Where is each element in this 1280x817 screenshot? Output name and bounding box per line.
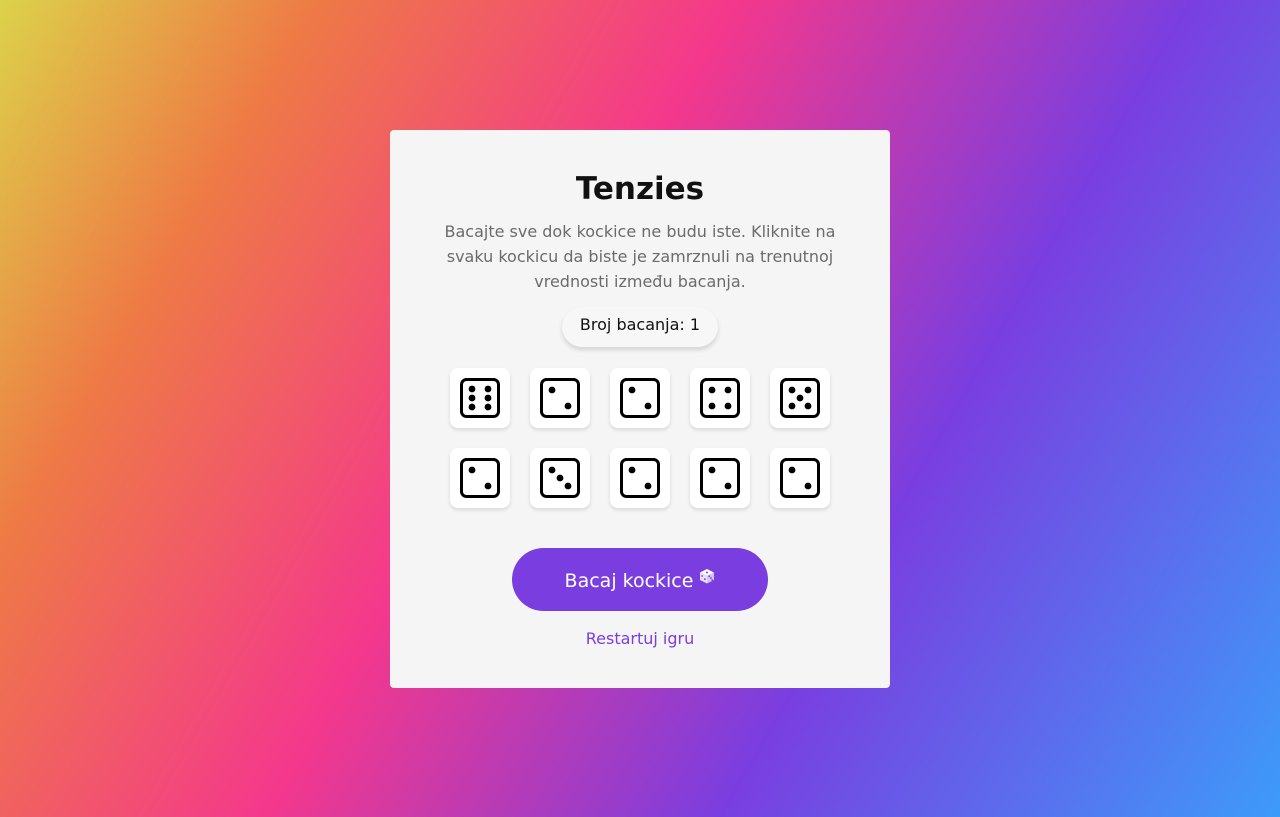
die-outline — [700, 378, 740, 418]
dice-grid — [450, 368, 830, 508]
die-face-4-icon — [700, 378, 740, 418]
die-pip — [724, 482, 732, 490]
die-pip — [708, 466, 716, 474]
die-pip — [788, 402, 796, 410]
die-2[interactable] — [530, 368, 590, 428]
die-outline — [540, 378, 580, 418]
die-1[interactable] — [450, 368, 510, 428]
die-pip — [468, 394, 476, 402]
roll-count-badge: Broj bacanja: 1 — [562, 307, 718, 347]
die-pip — [804, 402, 812, 410]
die-pip — [484, 385, 492, 393]
die-pip — [484, 403, 492, 411]
die-face-2-icon — [460, 458, 500, 498]
restart-game-link[interactable]: Restartuj igru — [540, 627, 740, 651]
die-pip — [644, 482, 652, 490]
die-6[interactable] — [450, 448, 510, 508]
die-face-2-icon — [620, 458, 660, 498]
die-pip — [468, 403, 476, 411]
die-outline — [460, 458, 500, 498]
die-outline — [700, 458, 740, 498]
game-instructions: Bacajte sve dok kockice ne budu iste. Kl… — [444, 222, 836, 291]
roll-dice-button-label: Bacaj kockice — [564, 570, 694, 592]
die-pip — [724, 402, 732, 410]
die-pip — [724, 386, 732, 394]
die-pip — [708, 386, 716, 394]
die-face-2-icon — [540, 378, 580, 418]
die-pip — [564, 402, 572, 410]
die-5[interactable] — [770, 368, 830, 428]
die-outline — [780, 458, 820, 498]
die-10[interactable] — [770, 448, 830, 508]
die-face-2-icon — [700, 458, 740, 498]
die-pip — [788, 386, 796, 394]
roll-dice-button[interactable]: Bacaj kockice — [512, 548, 768, 611]
die-7[interactable] — [530, 448, 590, 508]
die-pip — [484, 394, 492, 402]
die-pip — [788, 466, 796, 474]
die-8[interactable] — [610, 448, 670, 508]
die-3[interactable] — [610, 368, 670, 428]
die-pip — [796, 394, 804, 402]
die-pip — [468, 385, 476, 393]
die-face-2-icon — [620, 378, 660, 418]
dice-icon — [699, 567, 715, 589]
die-pip — [484, 482, 492, 490]
die-4[interactable] — [690, 368, 750, 428]
die-9[interactable] — [690, 448, 750, 508]
die-pip — [804, 386, 812, 394]
die-pip — [556, 474, 564, 482]
die-face-2-icon — [780, 458, 820, 498]
die-pip — [468, 466, 476, 474]
game-card: Tenzies Bacajte sve dok kockice ne budu … — [390, 130, 890, 688]
die-outline — [460, 378, 500, 418]
die-pip — [644, 402, 652, 410]
die-pip — [564, 482, 572, 490]
die-pip — [628, 466, 636, 474]
page-title: Tenzies — [575, 171, 705, 207]
die-outline — [620, 458, 660, 498]
die-pip — [708, 402, 716, 410]
die-pip — [804, 482, 812, 490]
die-pip — [628, 386, 636, 394]
die-face-6-icon — [460, 378, 500, 418]
die-face-3-icon — [540, 458, 580, 498]
die-outline — [620, 378, 660, 418]
die-pip — [548, 386, 556, 394]
die-pip — [548, 466, 556, 474]
die-face-5-icon — [780, 378, 820, 418]
